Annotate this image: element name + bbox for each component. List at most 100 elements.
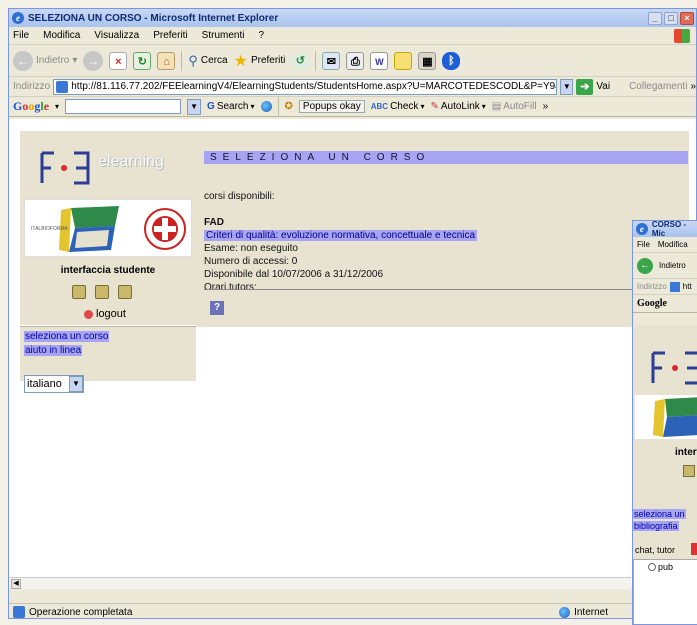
print-icon[interactable]: ⎙ <box>346 51 365 70</box>
popups-okay-button[interactable]: Popups okay <box>298 100 365 113</box>
edit-word-icon[interactable]: W <box>370 51 389 70</box>
autolink-button[interactable]: ✎ AutoLink ▾ <box>430 101 485 112</box>
bluetooth-icon[interactable]: ᛒ <box>442 51 461 70</box>
google-more[interactable]: » <box>543 101 549 112</box>
public-radio-label: pub <box>658 562 674 572</box>
search-button[interactable]: ⚲ Cerca <box>188 53 227 69</box>
stop-icon[interactable]: × <box>109 51 128 70</box>
select-course-link-2[interactable]: seleziona un <box>633 509 686 519</box>
browser-window: e SELEZIONA UN CORSO - Microsoft Interne… <box>8 8 697 619</box>
ie-icon: e <box>12 12 24 24</box>
course-window[interactable]: e CORSO - Mic File Modifica ← Indietro I… <box>632 220 697 625</box>
window2-panel: interf seleziona un bibliografia chat, t… <box>633 335 697 624</box>
exam-status: Esame: non eseguito <box>204 243 298 254</box>
left-panel: elearning ITALBIOFORMA interfaccia stude… <box>20 131 196 393</box>
home-icon[interactable]: ⌂ <box>157 51 176 70</box>
language-value: italiano <box>27 378 62 390</box>
mail-icon[interactable]: ✉ <box>322 51 341 70</box>
elearning-brand: elearning <box>98 153 164 170</box>
chat-alert-icon[interactable] <box>691 543 697 555</box>
history-icon[interactable]: ↺ <box>291 51 310 70</box>
italbioforma-logo-icon <box>653 397 697 437</box>
address-label-2: Indirizzo <box>637 282 667 291</box>
back-arrow-icon[interactable]: ← <box>637 257 653 274</box>
abc-check-icon: ABC <box>370 102 389 111</box>
back-label-2[interactable]: Indietro <box>659 261 686 270</box>
google-search-label: Search <box>216 101 249 112</box>
menu-file-2[interactable]: File <box>637 240 650 249</box>
status-text: Operazione completata <box>29 606 133 618</box>
autolink-icon: ✎ <box>430 101 439 112</box>
menu-strumenti[interactable]: Strumenti <box>202 30 245 41</box>
fe-logo-icon <box>40 151 90 185</box>
page-icon <box>669 281 680 292</box>
autolink-dropdown-icon[interactable]: ▾ <box>482 102 486 111</box>
favorites-button[interactable]: ★ Preferiti <box>234 51 286 71</box>
menu-visualizza[interactable]: Visualizza <box>94 30 139 41</box>
spellcheck-button[interactable]: ABC Check ▾ <box>371 101 425 112</box>
google-search-input[interactable] <box>65 99 182 114</box>
google-search-dropdown[interactable]: ▾ <box>251 102 255 111</box>
research-icon[interactable]: ▦ <box>418 51 437 70</box>
scroll-thumb[interactable] <box>259 579 289 588</box>
menu-help[interactable]: ? <box>258 30 264 41</box>
menu-modifica[interactable]: Modifica <box>43 30 80 41</box>
favorites-label: Preferiti <box>250 55 286 66</box>
minimize-button[interactable]: _ <box>648 11 662 25</box>
interface-label-2: interf <box>675 447 697 458</box>
menu-modifica-2[interactable]: Modifica <box>658 240 688 249</box>
folder-icon[interactable] <box>394 51 413 70</box>
maximize-button[interactable]: □ <box>664 11 678 25</box>
order-seal-icon <box>144 208 186 250</box>
go-button[interactable]: Vai <box>596 81 610 92</box>
horizontal-scrollbar[interactable]: ◀ <box>9 577 631 589</box>
scroll-left-icon[interactable]: ◀ <box>11 579 21 589</box>
bibliography-link[interactable]: bibliografia <box>633 521 679 531</box>
check-label: Check <box>390 101 419 112</box>
forward-button[interactable]: → <box>83 50 104 71</box>
profile-icon[interactable] <box>95 285 109 299</box>
google-search-button[interactable]: G Search ▾ <box>207 101 254 112</box>
go-arrow-icon[interactable]: ➔ <box>576 78 594 95</box>
public-radio[interactable]: pub <box>648 562 673 572</box>
logout-link[interactable]: logout <box>84 308 126 320</box>
google-logo-2[interactable]: Google <box>637 298 667 309</box>
toolbar-separator <box>315 50 317 71</box>
courses-icon[interactable] <box>683 465 695 477</box>
chevron-down-icon: ▼ <box>69 376 83 392</box>
autolink-label: AutoLink <box>440 101 480 112</box>
course-link[interactable]: Criteri di qualità: evoluzione normativa… <box>204 230 478 241</box>
links-button[interactable]: Collegamenti <box>629 81 687 92</box>
online-help-link[interactable]: aiuto in linea <box>24 345 83 356</box>
back-dropdown-icon[interactable]: ▾ <box>72 55 77 66</box>
menu-preferiti[interactable]: Preferiti <box>153 30 187 41</box>
chat-tutor-label: chat, tutor <box>635 545 676 555</box>
pagerank-icon[interactable] <box>260 101 272 112</box>
security-zone: Internet <box>559 606 608 618</box>
refresh-icon[interactable]: ↻ <box>133 51 152 70</box>
google-search-dropdown-icon[interactable]: ▼ <box>187 98 202 115</box>
links-more[interactable]: » <box>690 81 696 92</box>
autofill-label: AutoFill <box>503 101 537 112</box>
close-button[interactable]: × <box>680 11 694 25</box>
logout-label: logout <box>96 308 126 320</box>
menu-file[interactable]: File <box>13 30 29 41</box>
address-input[interactable]: http://81.116.77.202/FEElearningV4/Elear… <box>53 78 558 95</box>
help-icon[interactable]: ? <box>210 301 224 315</box>
google-logo[interactable]: Google <box>13 99 49 114</box>
autofill-button[interactable]: ▤ AutoFill <box>492 101 537 112</box>
course-panel: SELEZIONA UN CORSO corsi disponibili: FA… <box>196 131 689 327</box>
messages-icon[interactable] <box>118 285 132 299</box>
check-dropdown-icon[interactable]: ▾ <box>420 102 424 111</box>
courses-icon[interactable] <box>72 285 86 299</box>
back-button[interactable]: ← Indietro ▾ <box>13 50 77 71</box>
google-menu-dropdown-icon[interactable]: ▾ <box>55 102 59 111</box>
partner-logos: ITALBIOFORMA <box>24 199 192 257</box>
availability-dates: Disponibile dal 10/07/2006 a 31/12/2006 <box>204 269 384 280</box>
toolbar-2: ← Indietro <box>633 253 697 279</box>
address-url-2[interactable]: htt <box>683 282 692 291</box>
select-course-link[interactable]: seleziona un corso <box>24 331 110 342</box>
back-label: Indietro <box>36 55 70 66</box>
address-dropdown-icon[interactable]: ▼ <box>560 78 574 95</box>
language-select[interactable]: italiano ▼ <box>24 375 84 393</box>
